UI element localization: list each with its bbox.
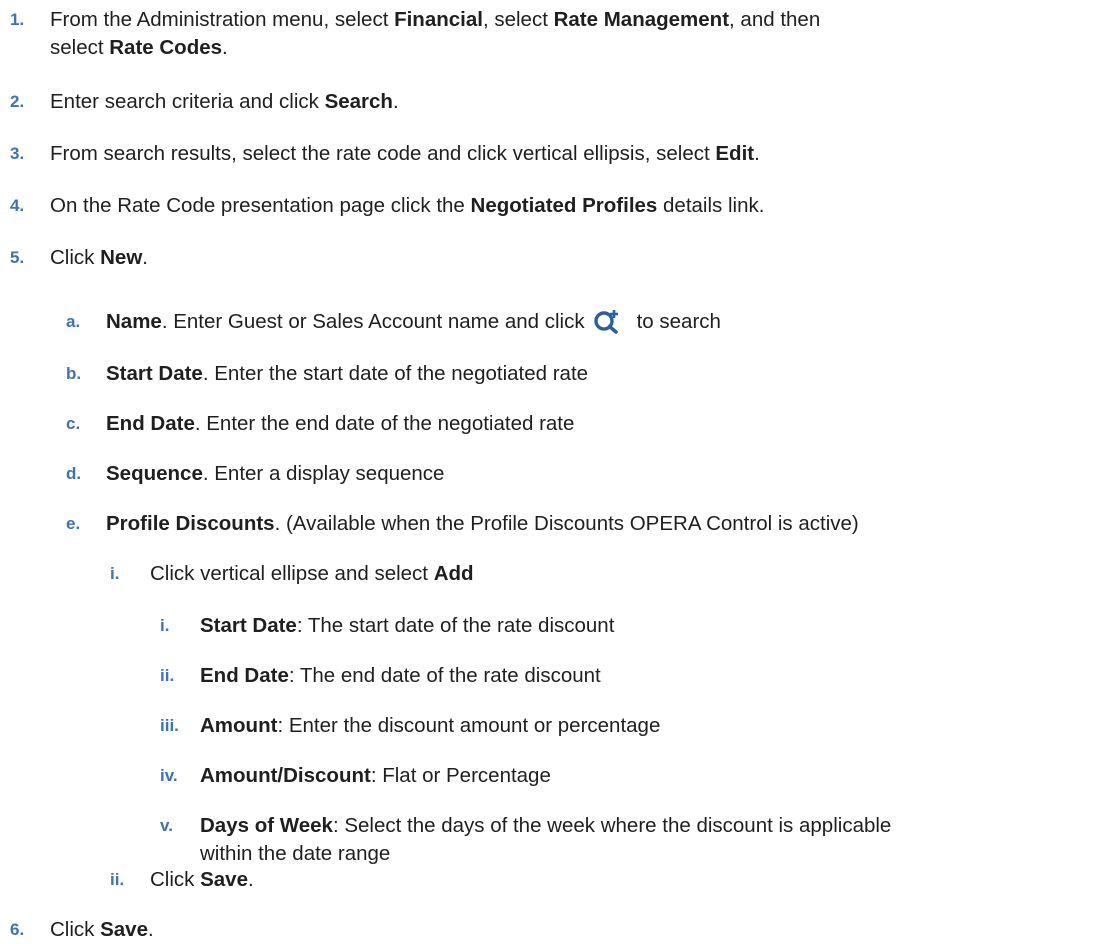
step-5d: d. Sequence. Enter a display sequence: [66, 460, 444, 488]
step-text: . Enter a display sequence: [202, 462, 445, 485]
step-text: .: [248, 868, 254, 891]
step-text: to search: [636, 310, 721, 333]
step-text: On the Rate Code presentation page click…: [50, 194, 471, 217]
search-label: Search: [324, 90, 393, 113]
step-text: : Flat or Percentage: [370, 764, 551, 787]
start-date-label: Start Date: [200, 614, 297, 637]
save-label: Save: [100, 918, 148, 941]
step-text: Click vertical ellipse and select: [150, 562, 434, 585]
step-5: 5. Click New.: [10, 244, 148, 272]
step-text: From the Administration menu, select: [50, 8, 395, 31]
edit-label: Edit: [715, 142, 755, 165]
step-text: . Enter the end date of the negotiated r…: [194, 412, 575, 435]
step-text: , select: [482, 8, 554, 31]
step-text: . Enter Guest or Sales Account name and …: [161, 310, 585, 333]
step-5e-i-iv: iv. Amount/Discount: Flat or Percentage: [160, 762, 551, 790]
step-text: within the date range: [200, 842, 391, 865]
step-roman: iv.: [160, 766, 178, 785]
step-text: . Enter the start date of the negotiated…: [202, 362, 589, 385]
step-5e-i-ii: ii. End Date: The end date of the rate d…: [160, 662, 601, 690]
step-5a: a. Name. Enter Guest or Sales Account na…: [66, 308, 721, 342]
add-label: Add: [433, 562, 474, 585]
step-text: .: [148, 918, 154, 941]
step-text: . (Available when the Profile Discounts …: [274, 512, 859, 535]
menu-rate-codes: Rate Codes: [109, 36, 223, 59]
procedure-steps: 1. From the Administration menu, select …: [0, 0, 1102, 942]
step-5c: c. End Date. Enter the end date of the n…: [66, 410, 574, 438]
sequence-label: Sequence: [106, 462, 203, 485]
step-roman: i.: [110, 564, 120, 583]
step-letter: b.: [66, 364, 82, 383]
step-letter: a.: [66, 312, 81, 331]
step-text: : Select the days of the week where the …: [332, 814, 892, 837]
step-5e-i-iii: iii. Amount: Enter the discount amount o…: [160, 712, 660, 740]
end-date-label: End Date: [200, 664, 289, 687]
step-5e-i-v: v. Days of Week: Select the days of the …: [160, 812, 891, 868]
step-4: 4. On the Rate Code presentation page cl…: [10, 192, 764, 220]
step-number: 1.: [10, 10, 25, 29]
menu-financial: Financial: [394, 8, 483, 31]
step-2: 2. Enter search criteria and click Searc…: [10, 88, 399, 116]
name-label: Name: [106, 310, 162, 333]
amount-label: Amount: [200, 714, 278, 737]
step-number: 6.: [10, 920, 25, 939]
new-label: New: [100, 246, 143, 269]
step-text: .: [142, 246, 148, 269]
step-text: .: [754, 142, 760, 165]
step-text: From search results, select the rate cod…: [50, 142, 716, 165]
step-text: Click: [50, 918, 101, 941]
menu-rate-management: Rate Management: [553, 8, 730, 31]
step-roman: v.: [160, 816, 173, 835]
step-5e: e. Profile Discounts. (Available when th…: [66, 510, 859, 538]
step-roman: iii.: [160, 716, 179, 735]
step-roman: i.: [160, 616, 170, 635]
step-5b: b. Start Date. Enter the start date of t…: [66, 360, 588, 388]
step-text: details link.: [657, 194, 765, 217]
start-date-label: Start Date: [106, 362, 203, 385]
step-text: .: [392, 90, 399, 113]
step-6: 6. Click Save.: [10, 916, 154, 944]
step-text: : The end date of the rate discount: [288, 664, 601, 687]
step-roman: ii.: [110, 870, 125, 889]
step-letter: c.: [66, 414, 81, 433]
step-text: : The start date of the rate discount: [296, 614, 615, 637]
step-text: : Enter the discount amount or percentag…: [277, 714, 661, 737]
step-text: Enter search criteria and click: [50, 90, 325, 113]
step-number: 2.: [10, 92, 25, 111]
amount-discount-label: Amount/Discount: [200, 764, 371, 787]
save-label: Save: [200, 868, 248, 891]
step-number: 5.: [10, 248, 25, 267]
profile-discounts-label: Profile Discounts: [106, 512, 275, 535]
step-3: 3. From search results, select the rate …: [10, 140, 760, 168]
step-number: 4.: [10, 196, 25, 215]
step-letter: e.: [66, 514, 81, 533]
step-5e-i-i: i. Start Date: The start date of the rat…: [160, 612, 614, 640]
step-number: 3.: [10, 144, 25, 163]
step-text: .: [222, 36, 228, 59]
step-5e-i: i. Click vertical ellipse and select Add: [110, 560, 474, 588]
search-add-icon: [593, 308, 623, 342]
step-text: , and then: [729, 8, 821, 31]
end-date-label: End Date: [106, 412, 195, 435]
step-roman: ii.: [160, 666, 175, 685]
step-text: Click: [50, 246, 101, 269]
negotiated-profiles-label: Negotiated Profiles: [470, 194, 658, 217]
step-1: 1. From the Administration menu, select …: [10, 6, 820, 62]
step-5e-ii: ii. Click Save.: [110, 866, 254, 894]
step-letter: d.: [66, 464, 82, 483]
step-text: Click: [150, 868, 201, 891]
days-of-week-label: Days of Week: [200, 814, 333, 837]
step-text: select: [50, 36, 110, 59]
